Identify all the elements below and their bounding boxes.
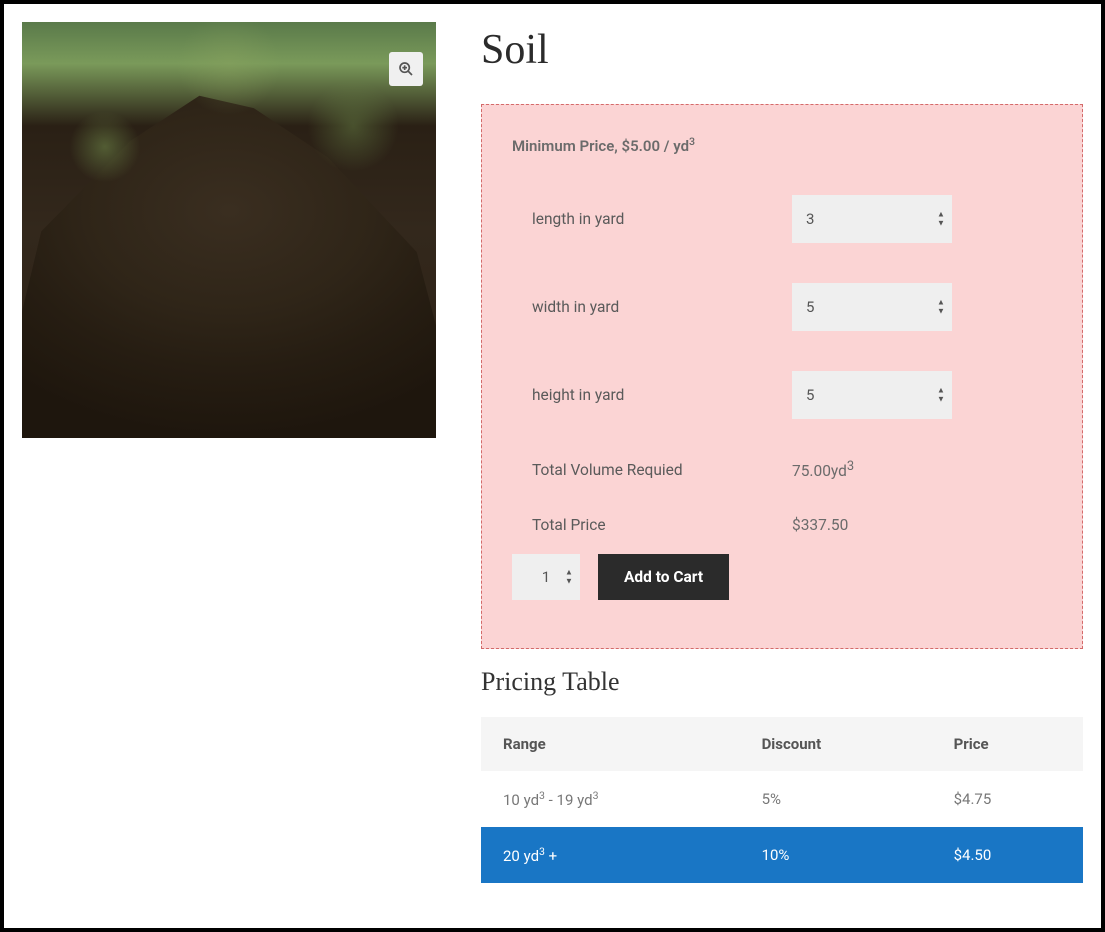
volume-label: Total Volume Requied: [532, 461, 792, 479]
add-to-cart-button[interactable]: Add to Cart: [598, 554, 729, 600]
stepper-down-icon[interactable]: ▼: [936, 220, 946, 228]
width-input[interactable]: [792, 283, 952, 331]
calculator-panel: Minimum Price, $5.00 / yd3 length in yar…: [481, 104, 1083, 649]
discount-cell: 10%: [740, 827, 932, 883]
table-row: 10 yd3 - 19 yd35%$4.75: [481, 771, 1083, 827]
table-row: 20 yd3 +10%$4.50: [481, 827, 1083, 883]
stepper-down-icon[interactable]: ▼: [936, 308, 946, 316]
product-image[interactable]: [22, 22, 436, 438]
minimum-price-label: Minimum Price, $5.00 / yd3: [512, 135, 1052, 155]
length-input[interactable]: [792, 195, 952, 243]
product-title: Soil: [481, 26, 1083, 74]
total-price-value: $337.50: [792, 516, 848, 534]
zoom-button[interactable]: [389, 52, 423, 86]
height-label: height in yard: [532, 386, 792, 404]
col-price: Price: [932, 717, 1083, 771]
col-range: Range: [481, 717, 740, 771]
height-stepper[interactable]: ▲▼: [936, 387, 946, 404]
stepper-up-icon[interactable]: ▲: [564, 569, 574, 577]
price-cell: $4.75: [932, 771, 1083, 827]
range-cell: 20 yd3 +: [481, 827, 740, 883]
pricing-table: Range Discount Price 10 yd3 - 19 yd35%$4…: [481, 717, 1083, 883]
height-input[interactable]: [792, 371, 952, 419]
length-label: length in yard: [532, 210, 792, 228]
discount-cell: 5%: [740, 771, 932, 827]
zoom-in-icon: [398, 61, 414, 77]
stepper-up-icon[interactable]: ▲: [936, 299, 946, 307]
col-discount: Discount: [740, 717, 932, 771]
stepper-down-icon[interactable]: ▼: [564, 578, 574, 586]
range-cell: 10 yd3 - 19 yd3: [481, 771, 740, 827]
quantity-stepper[interactable]: ▲▼: [564, 569, 574, 586]
stepper-down-icon[interactable]: ▼: [936, 396, 946, 404]
length-stepper[interactable]: ▲▼: [936, 211, 946, 228]
pricing-table-title: Pricing Table: [481, 667, 1083, 697]
stepper-up-icon[interactable]: ▲: [936, 211, 946, 219]
stepper-up-icon[interactable]: ▲: [936, 387, 946, 395]
volume-value: 75.00yd3: [792, 459, 854, 480]
width-stepper[interactable]: ▲▼: [936, 299, 946, 316]
total-price-label: Total Price: [532, 516, 792, 534]
price-cell: $4.50: [932, 827, 1083, 883]
width-label: width in yard: [532, 298, 792, 316]
